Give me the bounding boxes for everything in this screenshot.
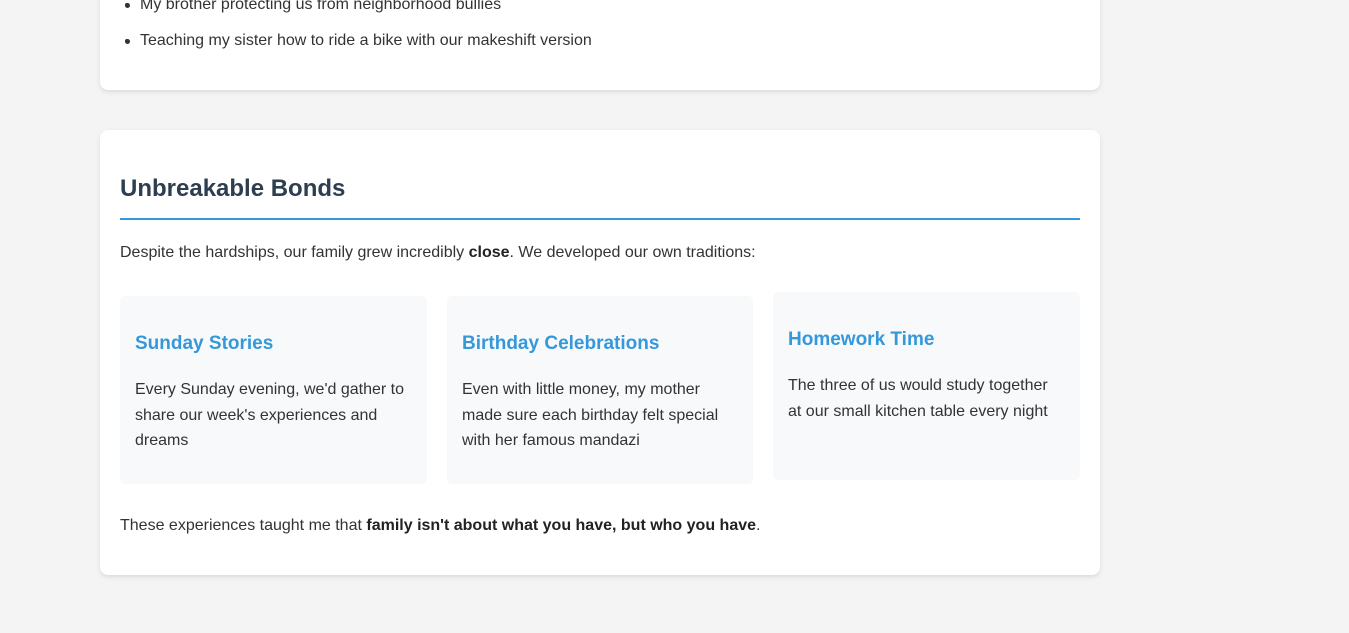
intro-emphasis: close bbox=[468, 244, 510, 261]
list-item: Teaching my sister how to ride a bike wi… bbox=[125, 31, 592, 51]
closing-text: These experiences taught me that bbox=[120, 517, 367, 534]
tradition-title: Homework Time bbox=[788, 329, 935, 350]
closing-emphasis: family isn't about what you have, but wh… bbox=[366, 517, 757, 534]
tradition-text: Every Sunday evening, we'd gather to sha… bbox=[135, 381, 404, 449]
intro-paragraph: Despite the hardships, our family grew i… bbox=[120, 243, 756, 263]
tradition-card-birthday-celebrations: Birthday Celebrations Even with little m… bbox=[447, 296, 753, 484]
list-item: My brother protecting us from neighborho… bbox=[124, 0, 501, 15]
closing-paragraph: These experiences taught me that family … bbox=[120, 516, 760, 536]
tradition-text: Even with little money, my mother made s… bbox=[462, 381, 719, 449]
section-title: Unbreakable Bonds bbox=[120, 175, 346, 202]
unbreakable-bonds-card: Unbreakable Bonds Despite the hardships,… bbox=[100, 130, 1100, 575]
previous-section-card: My brother protecting us from neighborho… bbox=[100, 0, 1100, 90]
tradition-title: Sunday Stories bbox=[135, 333, 274, 354]
title-divider bbox=[120, 218, 1080, 220]
closing-text-end: . bbox=[756, 517, 761, 534]
intro-text-end: . We developed our own traditions: bbox=[509, 244, 756, 261]
tradition-card-sunday-stories: Sunday Stories Every Sunday evening, we'… bbox=[120, 296, 427, 484]
tradition-text: The three of us would study together at … bbox=[788, 377, 1048, 420]
tradition-title: Birthday Celebrations bbox=[462, 333, 660, 354]
tradition-card-homework-time: Homework Time The three of us would stud… bbox=[773, 292, 1080, 480]
intro-text: Despite the hardships, our family grew i… bbox=[120, 244, 469, 261]
